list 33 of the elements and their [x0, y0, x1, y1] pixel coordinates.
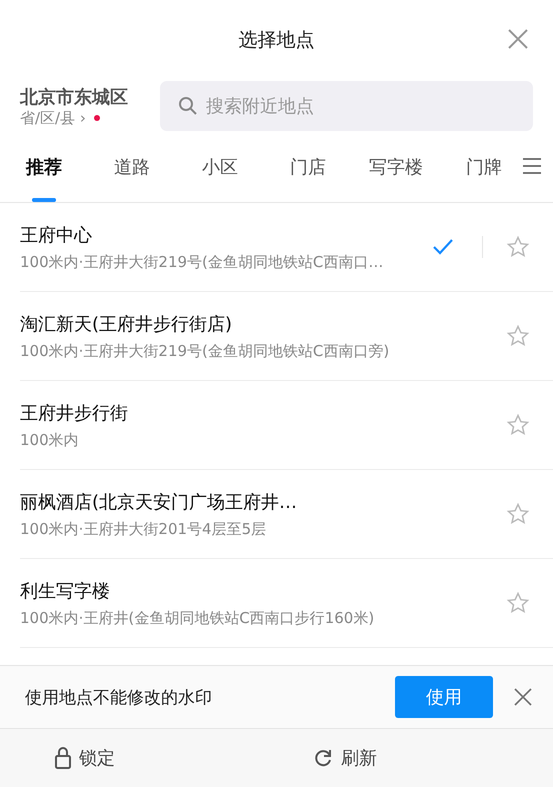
place-detail: 100米内·王府井大街219号(金鱼胡同地铁站C西南口… — [20, 252, 384, 272]
city-name[interactable]: 北京市东城区 — [20, 84, 146, 108]
category-tab[interactable]: 门牌 — [440, 132, 511, 202]
search-field[interactable]: 搜索附近地点 — [160, 81, 533, 131]
place-row[interactable]: 利生写字楼 100米内·王府井(金鱼胡同地铁站C西南口步行160米) — [20, 559, 553, 648]
category-tab[interactable]: 小区 — [176, 132, 264, 202]
place-detail: 100米内·王府井大街219号(金鱼胡同地铁站C西南口旁) — [20, 342, 390, 360]
place-name: 淘汇新天(王府井步行街店) — [20, 312, 234, 336]
lock-icon — [55, 747, 71, 769]
watermark-notice: 使用地点不能修改的水印 — [25, 686, 213, 708]
refresh-icon — [313, 748, 333, 768]
dialog-title: 选择地点 — [238, 28, 314, 53]
place-detail: 100米内·王府井(金鱼胡同地铁站C西南口步行160米) — [20, 608, 376, 628]
place-name: 利生写字楼 — [20, 580, 111, 602]
place-row[interactable]: 王府井步行街 100米内 — [20, 381, 553, 470]
place-detail: 100米内·王府井大街201号4层至5层 — [20, 520, 268, 538]
place-name: 丽枫酒店(北京天安门广场王府井… — [20, 490, 298, 514]
refresh-button[interactable]: 刷新 — [245, 745, 445, 771]
category-tab[interactable]: 道路 — [88, 132, 176, 202]
lock-button[interactable]: 锁定 — [0, 745, 185, 771]
category-tab[interactable]: 推荐 — [0, 132, 88, 202]
place-row[interactable]: 丽枫酒店(北京天安门广场王府井… 100米内·王府井大街201号4层至5层 — [20, 470, 553, 559]
close-button[interactable] — [507, 28, 529, 50]
region-picker[interactable]: 省/区/县 › — [20, 108, 86, 128]
place-row[interactable]: 王府中心 100米内·王府井大街219号(金鱼胡同地铁站C西南口… — [20, 203, 553, 292]
place-name: 王府中心 — [20, 224, 93, 246]
category-tab[interactable]: 门店 — [264, 132, 352, 202]
place-row[interactable]: 淘汇新天(王府井步行街店) 100米内·王府井大街219号(金鱼胡同地铁站C西南口旁) — [20, 292, 553, 381]
close-icon[interactable] — [513, 687, 533, 707]
menu-icon — [522, 158, 542, 174]
place-name: 王府井步行街 — [20, 402, 129, 424]
category-tab[interactable]: 写字楼 — [352, 132, 440, 202]
place-detail: 100米内 — [20, 430, 80, 450]
